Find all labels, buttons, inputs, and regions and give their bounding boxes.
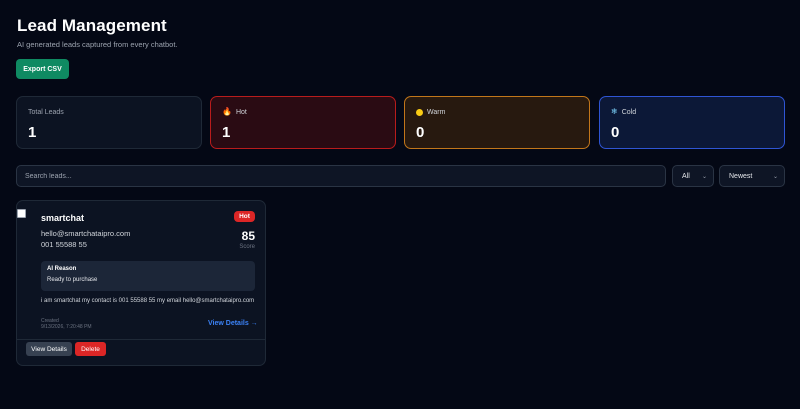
search-input[interactable] [16,165,666,187]
lead-message: i am smartchat my contact is 001 55588 5… [41,298,255,304]
stat-card-warm: Warm 0 [404,96,590,149]
export-csv-button[interactable]: Export CSV [16,59,69,79]
chevron-down-icon: ⌄ [701,173,707,180]
page-subtitle: AI generated leads captured from every c… [17,40,178,49]
delete-button[interactable]: Delete [75,342,106,356]
lead-score-label: Score [239,244,255,250]
chevron-down-icon: ⌄ [772,173,778,180]
stat-value: 0 [611,124,620,141]
stat-value: 1 [28,124,37,141]
lead-score-value: 85 [241,229,255,243]
stat-label: Total Leads [28,108,64,116]
stat-value: 0 [416,124,425,141]
view-details-button[interactable]: View Details [26,342,72,356]
ai-reason-title: AI Reason [47,266,77,272]
stat-value: 1 [222,124,231,141]
lead-email: hello@smartchataipro.com [41,229,131,238]
temperature-filter-select[interactable]: All ⌄ [672,165,714,187]
stat-card-cold: ❄ Cold 0 [599,96,785,149]
page-title: Lead Management [17,16,167,35]
lead-phone: 001 55588 55 [41,240,87,249]
stat-card-hot: 🔥 Hot 1 [210,96,396,149]
stat-card-total-leads: Total Leads 1 [16,96,202,149]
stat-label: ❄ Cold [611,107,637,116]
stat-label: Warm [416,107,578,117]
lead-select-checkbox[interactable] [17,209,26,218]
ai-reason-box: AI Reason Ready to purchase [41,261,255,291]
stat-label: 🔥 Hot [222,107,247,116]
yellow-dot-icon [416,108,423,116]
status-badge: Hot [234,211,255,222]
lead-name: smartchat [41,213,85,223]
ai-reason-text: Ready to purchase [47,277,98,283]
card-divider [17,339,265,340]
created-timestamp: 9/13/2026, 7:20:48 PM [41,324,92,330]
view-details-link[interactable]: View Details → [208,320,258,327]
sort-select[interactable]: Newest ⌄ [719,165,785,187]
snowflake-icon: ❄ [611,107,618,116]
flame-icon: 🔥 [222,107,232,116]
lead-management-page: Lead Management AI generated leads captu… [0,0,800,409]
